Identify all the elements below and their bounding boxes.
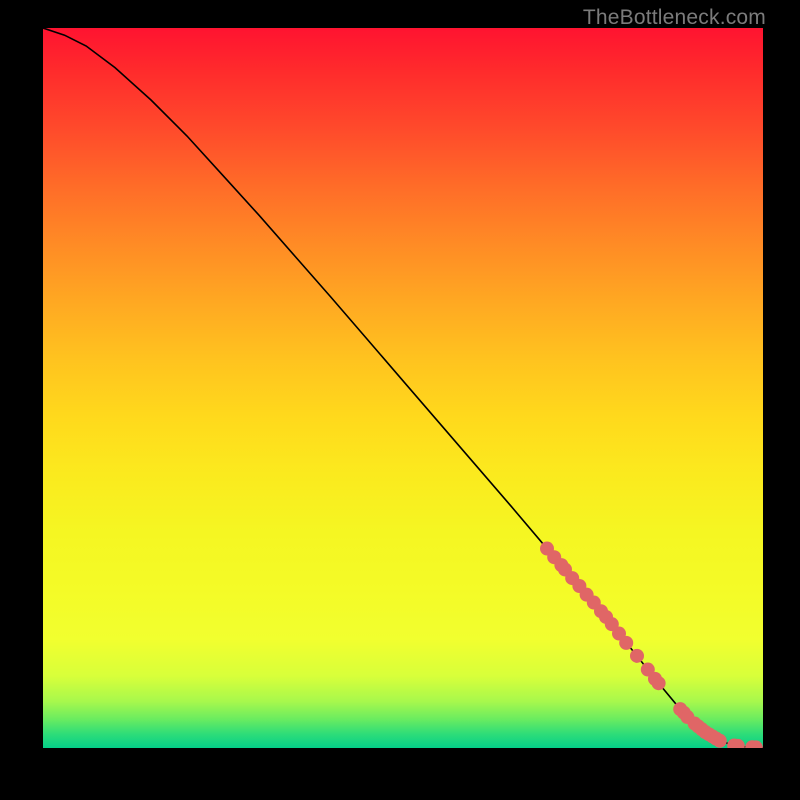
chart-svg: [43, 28, 763, 748]
bottleneck-curve-line: [43, 28, 763, 748]
marker-layer: [540, 542, 763, 748]
marker-p17: [652, 676, 666, 690]
chart-frame: TheBottleneck.com: [0, 0, 800, 800]
marker-p14: [630, 649, 644, 663]
marker-p13: [619, 636, 633, 650]
watermark-text: TheBottleneck.com: [583, 6, 766, 30]
plot-area: [43, 28, 763, 748]
marker-p28: [713, 734, 727, 748]
